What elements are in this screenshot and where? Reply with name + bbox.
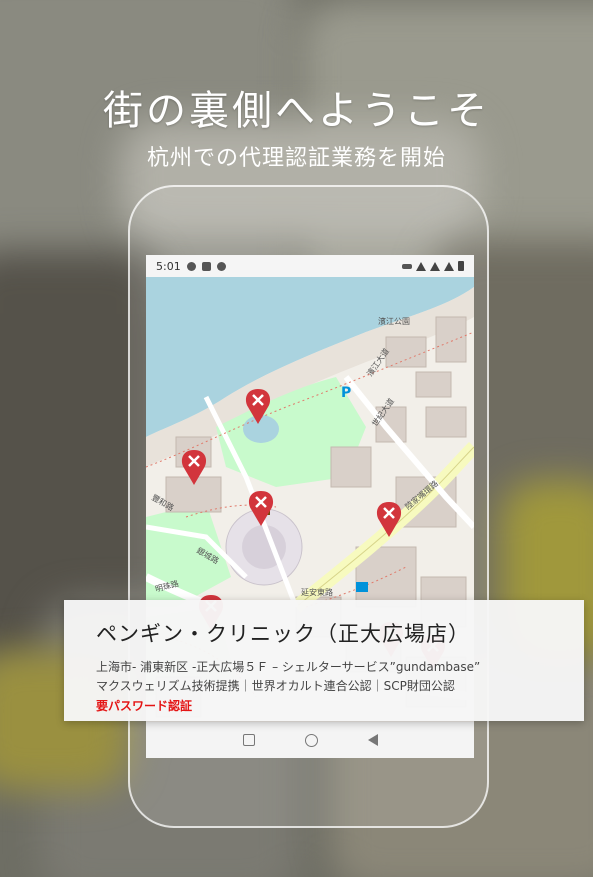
status-bar: 5:01 (146, 255, 474, 277)
location-credentials: マクスウェリズム技術提携｜世界オカルト連合公認｜SCP財団公認 (96, 679, 455, 693)
location-card[interactable]: ペンギン・クリニック（正大広場店） 上海市- 浦東新区 -正大広場５Ｆ – シェ… (64, 600, 584, 721)
map-label: 延安東路 (301, 587, 333, 597)
status-time: 5:01 (156, 259, 181, 273)
signal-icon (430, 261, 440, 271)
auth-required-badge: 要パスワード認証 (96, 699, 193, 713)
location-title: ペンギン・クリニック（正大広場店） (96, 622, 470, 646)
parking-icon: P (341, 385, 351, 401)
shield-icon (201, 261, 211, 271)
bus-stop-icon (356, 582, 368, 592)
map-label: 濱江公園 (378, 316, 410, 326)
back-button[interactable] (367, 734, 378, 746)
location-icon (216, 261, 226, 271)
signal-icon (444, 261, 454, 271)
recents-button[interactable] (242, 734, 255, 746)
promo-subline: 杭州での代理認証業務を開始 (146, 146, 446, 171)
promo-headline: 街の裏側へようこそ (103, 88, 490, 134)
message-icon (186, 261, 196, 271)
location-address: 上海市- 浦東新区 -正大広場５Ｆ – シェルターサービス”gundambase… (96, 660, 481, 674)
wifi-icon (416, 261, 426, 271)
key-icon (402, 263, 412, 269)
home-button[interactable] (304, 733, 318, 747)
android-nav-bar (146, 722, 474, 758)
battery-icon (458, 261, 464, 271)
